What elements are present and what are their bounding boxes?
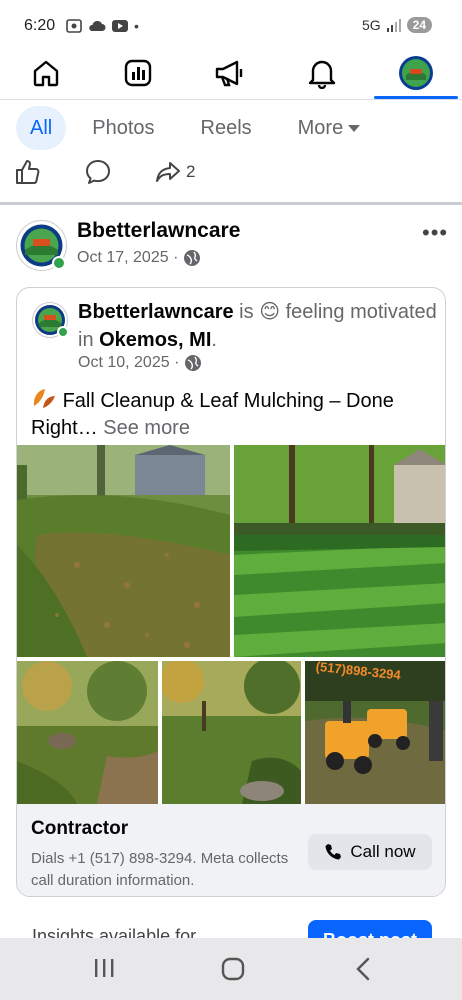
youtube-icon (112, 20, 128, 32)
screenshot-icon (66, 19, 82, 33)
shared-post-header: Bbetterlawncare is 😊 feeling motivated i… (78, 301, 437, 351)
thumbs-up-icon (16, 160, 40, 184)
caret-down-icon (348, 125, 361, 132)
share-icon (156, 162, 180, 182)
like-button[interactable] (14, 158, 42, 186)
bell-icon[interactable] (302, 54, 342, 92)
post-options-icon[interactable]: ••• (422, 220, 448, 246)
comment-button[interactable] (84, 158, 112, 186)
tab-reels[interactable]: Reels (187, 106, 266, 150)
post-actions: 2 (14, 158, 217, 186)
call-now-button[interactable]: Call now (308, 834, 432, 870)
home-button-icon[interactable] (220, 956, 246, 982)
share-count: 2 (186, 162, 196, 181)
network-label: 5G (361, 17, 381, 33)
shared-post-date: Oct 10, 2025 · (78, 354, 202, 372)
call-to-action-panel: Contractor Dials +1 (517) 898-3294. Meta… (17, 804, 445, 896)
dashboard-icon[interactable] (118, 54, 158, 92)
home-icon[interactable] (26, 54, 66, 92)
globe-icon (184, 250, 201, 266)
section-separator (0, 202, 462, 205)
back-icon[interactable] (352, 956, 374, 982)
more-notifications-dot: • (134, 18, 139, 34)
recent-apps-icon[interactable] (92, 956, 116, 980)
status-right: 5G 24 (362, 17, 432, 33)
phone-icon (325, 844, 342, 860)
photo-wooded-yard[interactable] (162, 661, 301, 804)
top-navigation (0, 52, 462, 99)
tab-more[interactable]: More (284, 106, 376, 150)
megaphone-icon[interactable] (210, 54, 250, 92)
signal-icon (386, 18, 401, 32)
page-name[interactable]: Bbetterlawncare (77, 219, 240, 243)
feeling-emoji: 😊 (259, 301, 281, 323)
online-status-dot (52, 256, 66, 270)
shared-post-card[interactable]: Bbetterlawncare is 😊 feeling motivated i… (16, 287, 446, 897)
see-more-link[interactable]: See more (98, 417, 190, 439)
location-link[interactable]: Okemos, MI (99, 329, 211, 351)
tab-photos[interactable]: Photos (78, 106, 168, 150)
photo-striped-lawn[interactable] (234, 445, 445, 657)
tab-all[interactable]: All (16, 106, 67, 150)
status-time: 6:20 (24, 17, 56, 34)
cloud-icon (89, 20, 106, 31)
photo-leaf-covered-lawn[interactable] (17, 445, 230, 657)
shared-online-dot (57, 326, 69, 338)
status-notification-icons: • (66, 18, 139, 34)
comment-icon (86, 160, 110, 184)
nav-divider (0, 99, 462, 100)
battery-badge: 24 (406, 17, 432, 33)
system-navigation-bar (0, 938, 462, 1000)
cta-title: Contractor (31, 818, 129, 839)
photo-business-flyer[interactable]: (517)898-3294 (305, 661, 445, 804)
share-button[interactable]: 2 (154, 158, 195, 186)
shared-post-text: Fall Cleanup & Leaf Mulching – Done Righ… (31, 386, 441, 442)
shared-page-name[interactable]: Bbetterlawncare (78, 301, 234, 323)
autumn-leaves-icon (33, 389, 55, 408)
globe-icon (185, 355, 202, 371)
cta-description: Dials +1 (517) 898-3294. Meta collects c… (31, 850, 289, 889)
profile-avatar[interactable] (396, 54, 436, 92)
status-bar: 6:20 • 5G 24 (0, 0, 462, 52)
photo-yard-with-stump[interactable] (17, 661, 158, 804)
post-date: Oct 17, 2025 · (77, 249, 201, 267)
filter-tabs: All Photos Reels More (16, 106, 375, 150)
